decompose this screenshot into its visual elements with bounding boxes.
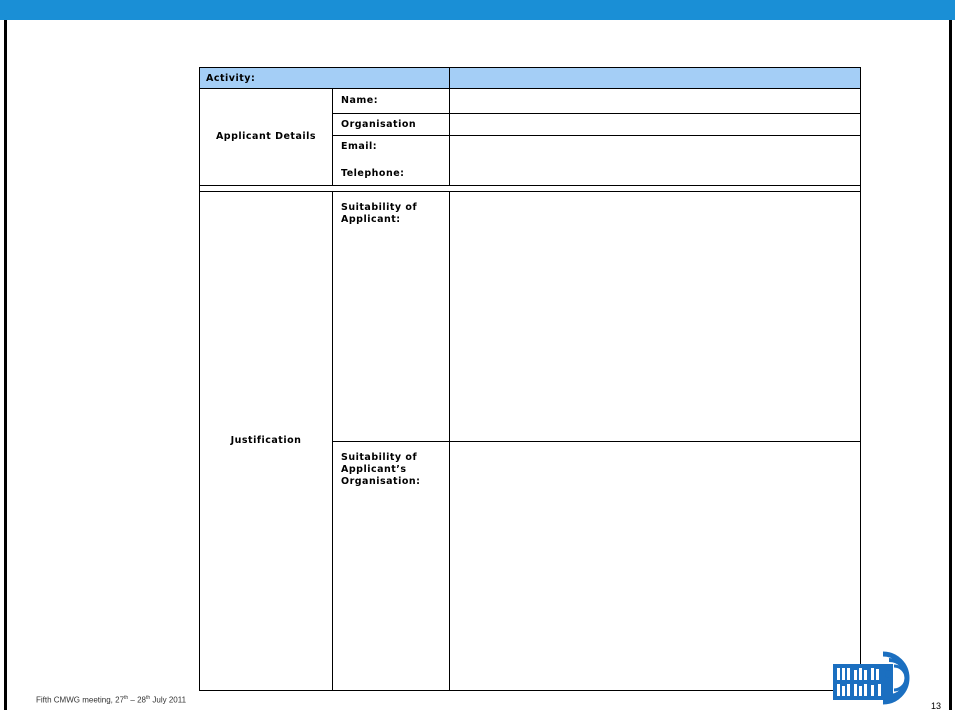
telephone-field-label: Telephone: [333,161,450,185]
top-accent-bar [0,0,955,20]
justification-group: Justification [200,191,333,690]
section-divider [200,185,860,186]
application-form-table: Activity: Applicant Details Name: Organi… [199,67,861,691]
activity-value-cell[interactable] [450,68,860,89]
organisation-suitability-label: Suitability of Applicant’s Organisation: [333,442,450,690]
email-telephone-value[interactable] [450,135,860,185]
organisation-field-label: Organisation [333,113,450,135]
slide-border-left [4,20,7,710]
applicant-suitability-label: Suitability of Applicant: [333,192,450,441]
slide-border-right [949,20,952,710]
justification-label: Justification [230,434,302,446]
page-number: 13 [931,701,942,711]
applicant-details-label: Applicant Details [215,131,317,142]
name-field-label: Name: [333,89,450,113]
email-field-label: Email: [333,135,450,161]
applicant-suitability-value[interactable] [450,192,860,441]
footer-text: Fifth CMWG meeting, 27th – 28th July 201… [36,695,187,705]
name-field-value[interactable] [450,89,860,113]
roll-back-malaria-logo-icon [833,651,910,705]
activity-label: Activity: [200,68,450,89]
organisation-field-value[interactable] [450,113,860,135]
organisation-suitability-value[interactable] [450,442,860,690]
applicant-details-group: Applicant Details [200,89,333,185]
